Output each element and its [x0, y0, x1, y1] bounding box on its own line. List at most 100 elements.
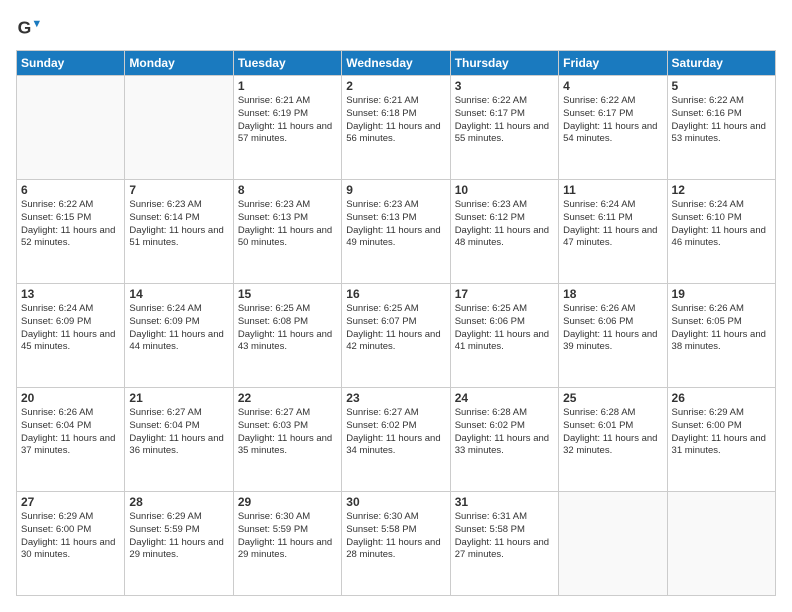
day-number: 18: [563, 287, 662, 301]
day-number: 21: [129, 391, 228, 405]
day-number: 16: [346, 287, 445, 301]
cell-info: Sunrise: 6:22 AMSunset: 6:17 PMDaylight:…: [455, 95, 549, 144]
calendar-cell: 8 Sunrise: 6:23 AMSunset: 6:13 PMDayligh…: [233, 180, 341, 284]
cell-info: Sunrise: 6:25 AMSunset: 6:08 PMDaylight:…: [238, 303, 332, 352]
calendar-cell: [667, 492, 775, 596]
cell-info: Sunrise: 6:22 AMSunset: 6:15 PMDaylight:…: [21, 199, 115, 248]
calendar-cell: 26 Sunrise: 6:29 AMSunset: 6:00 PMDaylig…: [667, 388, 775, 492]
day-number: 24: [455, 391, 554, 405]
calendar-cell: 1 Sunrise: 6:21 AMSunset: 6:19 PMDayligh…: [233, 76, 341, 180]
day-number: 30: [346, 495, 445, 509]
page: G SundayMondayTuesdayWednesdayThursdayFr…: [0, 0, 792, 612]
day-number: 4: [563, 79, 662, 93]
calendar-week-row: 1 Sunrise: 6:21 AMSunset: 6:19 PMDayligh…: [17, 76, 776, 180]
day-number: 29: [238, 495, 337, 509]
day-number: 22: [238, 391, 337, 405]
calendar-cell: 21 Sunrise: 6:27 AMSunset: 6:04 PMDaylig…: [125, 388, 233, 492]
cell-info: Sunrise: 6:26 AMSunset: 6:06 PMDaylight:…: [563, 303, 657, 352]
cell-info: Sunrise: 6:25 AMSunset: 6:06 PMDaylight:…: [455, 303, 549, 352]
cell-info: Sunrise: 6:27 AMSunset: 6:02 PMDaylight:…: [346, 407, 440, 456]
cell-info: Sunrise: 6:22 AMSunset: 6:17 PMDaylight:…: [563, 95, 657, 144]
logo-icon: G: [16, 16, 40, 40]
day-number: 9: [346, 183, 445, 197]
calendar-table: SundayMondayTuesdayWednesdayThursdayFrid…: [16, 50, 776, 596]
calendar-header-saturday: Saturday: [667, 51, 775, 76]
cell-info: Sunrise: 6:28 AMSunset: 6:02 PMDaylight:…: [455, 407, 549, 456]
calendar-week-row: 6 Sunrise: 6:22 AMSunset: 6:15 PMDayligh…: [17, 180, 776, 284]
day-number: 12: [672, 183, 771, 197]
calendar-cell: 25 Sunrise: 6:28 AMSunset: 6:01 PMDaylig…: [559, 388, 667, 492]
cell-info: Sunrise: 6:26 AMSunset: 6:05 PMDaylight:…: [672, 303, 766, 352]
day-number: 15: [238, 287, 337, 301]
calendar-header-monday: Monday: [125, 51, 233, 76]
calendar-cell: 31 Sunrise: 6:31 AMSunset: 5:58 PMDaylig…: [450, 492, 558, 596]
calendar-header-wednesday: Wednesday: [342, 51, 450, 76]
calendar-week-row: 20 Sunrise: 6:26 AMSunset: 6:04 PMDaylig…: [17, 388, 776, 492]
day-number: 26: [672, 391, 771, 405]
cell-info: Sunrise: 6:21 AMSunset: 6:18 PMDaylight:…: [346, 95, 440, 144]
cell-info: Sunrise: 6:27 AMSunset: 6:03 PMDaylight:…: [238, 407, 332, 456]
calendar-cell: 11 Sunrise: 6:24 AMSunset: 6:11 PMDaylig…: [559, 180, 667, 284]
calendar-cell: 7 Sunrise: 6:23 AMSunset: 6:14 PMDayligh…: [125, 180, 233, 284]
cell-info: Sunrise: 6:26 AMSunset: 6:04 PMDaylight:…: [21, 407, 115, 456]
header: G: [16, 16, 776, 40]
cell-info: Sunrise: 6:23 AMSunset: 6:13 PMDaylight:…: [346, 199, 440, 248]
calendar-cell: 3 Sunrise: 6:22 AMSunset: 6:17 PMDayligh…: [450, 76, 558, 180]
calendar-header-tuesday: Tuesday: [233, 51, 341, 76]
cell-info: Sunrise: 6:29 AMSunset: 6:00 PMDaylight:…: [672, 407, 766, 456]
calendar-cell: 16 Sunrise: 6:25 AMSunset: 6:07 PMDaylig…: [342, 284, 450, 388]
cell-info: Sunrise: 6:23 AMSunset: 6:13 PMDaylight:…: [238, 199, 332, 248]
day-number: 25: [563, 391, 662, 405]
calendar-week-row: 27 Sunrise: 6:29 AMSunset: 6:00 PMDaylig…: [17, 492, 776, 596]
day-number: 19: [672, 287, 771, 301]
calendar-header-sunday: Sunday: [17, 51, 125, 76]
day-number: 2: [346, 79, 445, 93]
calendar-cell: [17, 76, 125, 180]
cell-info: Sunrise: 6:25 AMSunset: 6:07 PMDaylight:…: [346, 303, 440, 352]
day-number: 17: [455, 287, 554, 301]
day-number: 7: [129, 183, 228, 197]
calendar-cell: 20 Sunrise: 6:26 AMSunset: 6:04 PMDaylig…: [17, 388, 125, 492]
calendar-cell: 27 Sunrise: 6:29 AMSunset: 6:00 PMDaylig…: [17, 492, 125, 596]
calendar-cell: 15 Sunrise: 6:25 AMSunset: 6:08 PMDaylig…: [233, 284, 341, 388]
cell-info: Sunrise: 6:24 AMSunset: 6:09 PMDaylight:…: [129, 303, 223, 352]
day-number: 8: [238, 183, 337, 197]
cell-info: Sunrise: 6:30 AMSunset: 5:59 PMDaylight:…: [238, 511, 332, 560]
day-number: 27: [21, 495, 120, 509]
cell-info: Sunrise: 6:23 AMSunset: 6:12 PMDaylight:…: [455, 199, 549, 248]
cell-info: Sunrise: 6:28 AMSunset: 6:01 PMDaylight:…: [563, 407, 657, 456]
cell-info: Sunrise: 6:23 AMSunset: 6:14 PMDaylight:…: [129, 199, 223, 248]
day-number: 28: [129, 495, 228, 509]
calendar-cell: 12 Sunrise: 6:24 AMSunset: 6:10 PMDaylig…: [667, 180, 775, 284]
calendar-cell: 18 Sunrise: 6:26 AMSunset: 6:06 PMDaylig…: [559, 284, 667, 388]
cell-info: Sunrise: 6:29 AMSunset: 5:59 PMDaylight:…: [129, 511, 223, 560]
cell-info: Sunrise: 6:24 AMSunset: 6:10 PMDaylight:…: [672, 199, 766, 248]
day-number: 11: [563, 183, 662, 197]
day-number: 31: [455, 495, 554, 509]
day-number: 10: [455, 183, 554, 197]
calendar-cell: 5 Sunrise: 6:22 AMSunset: 6:16 PMDayligh…: [667, 76, 775, 180]
cell-info: Sunrise: 6:21 AMSunset: 6:19 PMDaylight:…: [238, 95, 332, 144]
calendar-cell: [125, 76, 233, 180]
day-number: 6: [21, 183, 120, 197]
calendar-cell: 24 Sunrise: 6:28 AMSunset: 6:02 PMDaylig…: [450, 388, 558, 492]
svg-text:G: G: [18, 18, 32, 38]
day-number: 20: [21, 391, 120, 405]
day-number: 3: [455, 79, 554, 93]
day-number: 13: [21, 287, 120, 301]
calendar-cell: 19 Sunrise: 6:26 AMSunset: 6:05 PMDaylig…: [667, 284, 775, 388]
cell-info: Sunrise: 6:30 AMSunset: 5:58 PMDaylight:…: [346, 511, 440, 560]
calendar-cell: 10 Sunrise: 6:23 AMSunset: 6:12 PMDaylig…: [450, 180, 558, 284]
calendar-cell: 4 Sunrise: 6:22 AMSunset: 6:17 PMDayligh…: [559, 76, 667, 180]
calendar-cell: 28 Sunrise: 6:29 AMSunset: 5:59 PMDaylig…: [125, 492, 233, 596]
calendar-cell: 29 Sunrise: 6:30 AMSunset: 5:59 PMDaylig…: [233, 492, 341, 596]
calendar-cell: 2 Sunrise: 6:21 AMSunset: 6:18 PMDayligh…: [342, 76, 450, 180]
calendar-cell: 9 Sunrise: 6:23 AMSunset: 6:13 PMDayligh…: [342, 180, 450, 284]
calendar-cell: 6 Sunrise: 6:22 AMSunset: 6:15 PMDayligh…: [17, 180, 125, 284]
day-number: 14: [129, 287, 228, 301]
calendar-header-row: SundayMondayTuesdayWednesdayThursdayFrid…: [17, 51, 776, 76]
calendar-cell: 13 Sunrise: 6:24 AMSunset: 6:09 PMDaylig…: [17, 284, 125, 388]
calendar-cell: [559, 492, 667, 596]
cell-info: Sunrise: 6:27 AMSunset: 6:04 PMDaylight:…: [129, 407, 223, 456]
calendar-header-thursday: Thursday: [450, 51, 558, 76]
